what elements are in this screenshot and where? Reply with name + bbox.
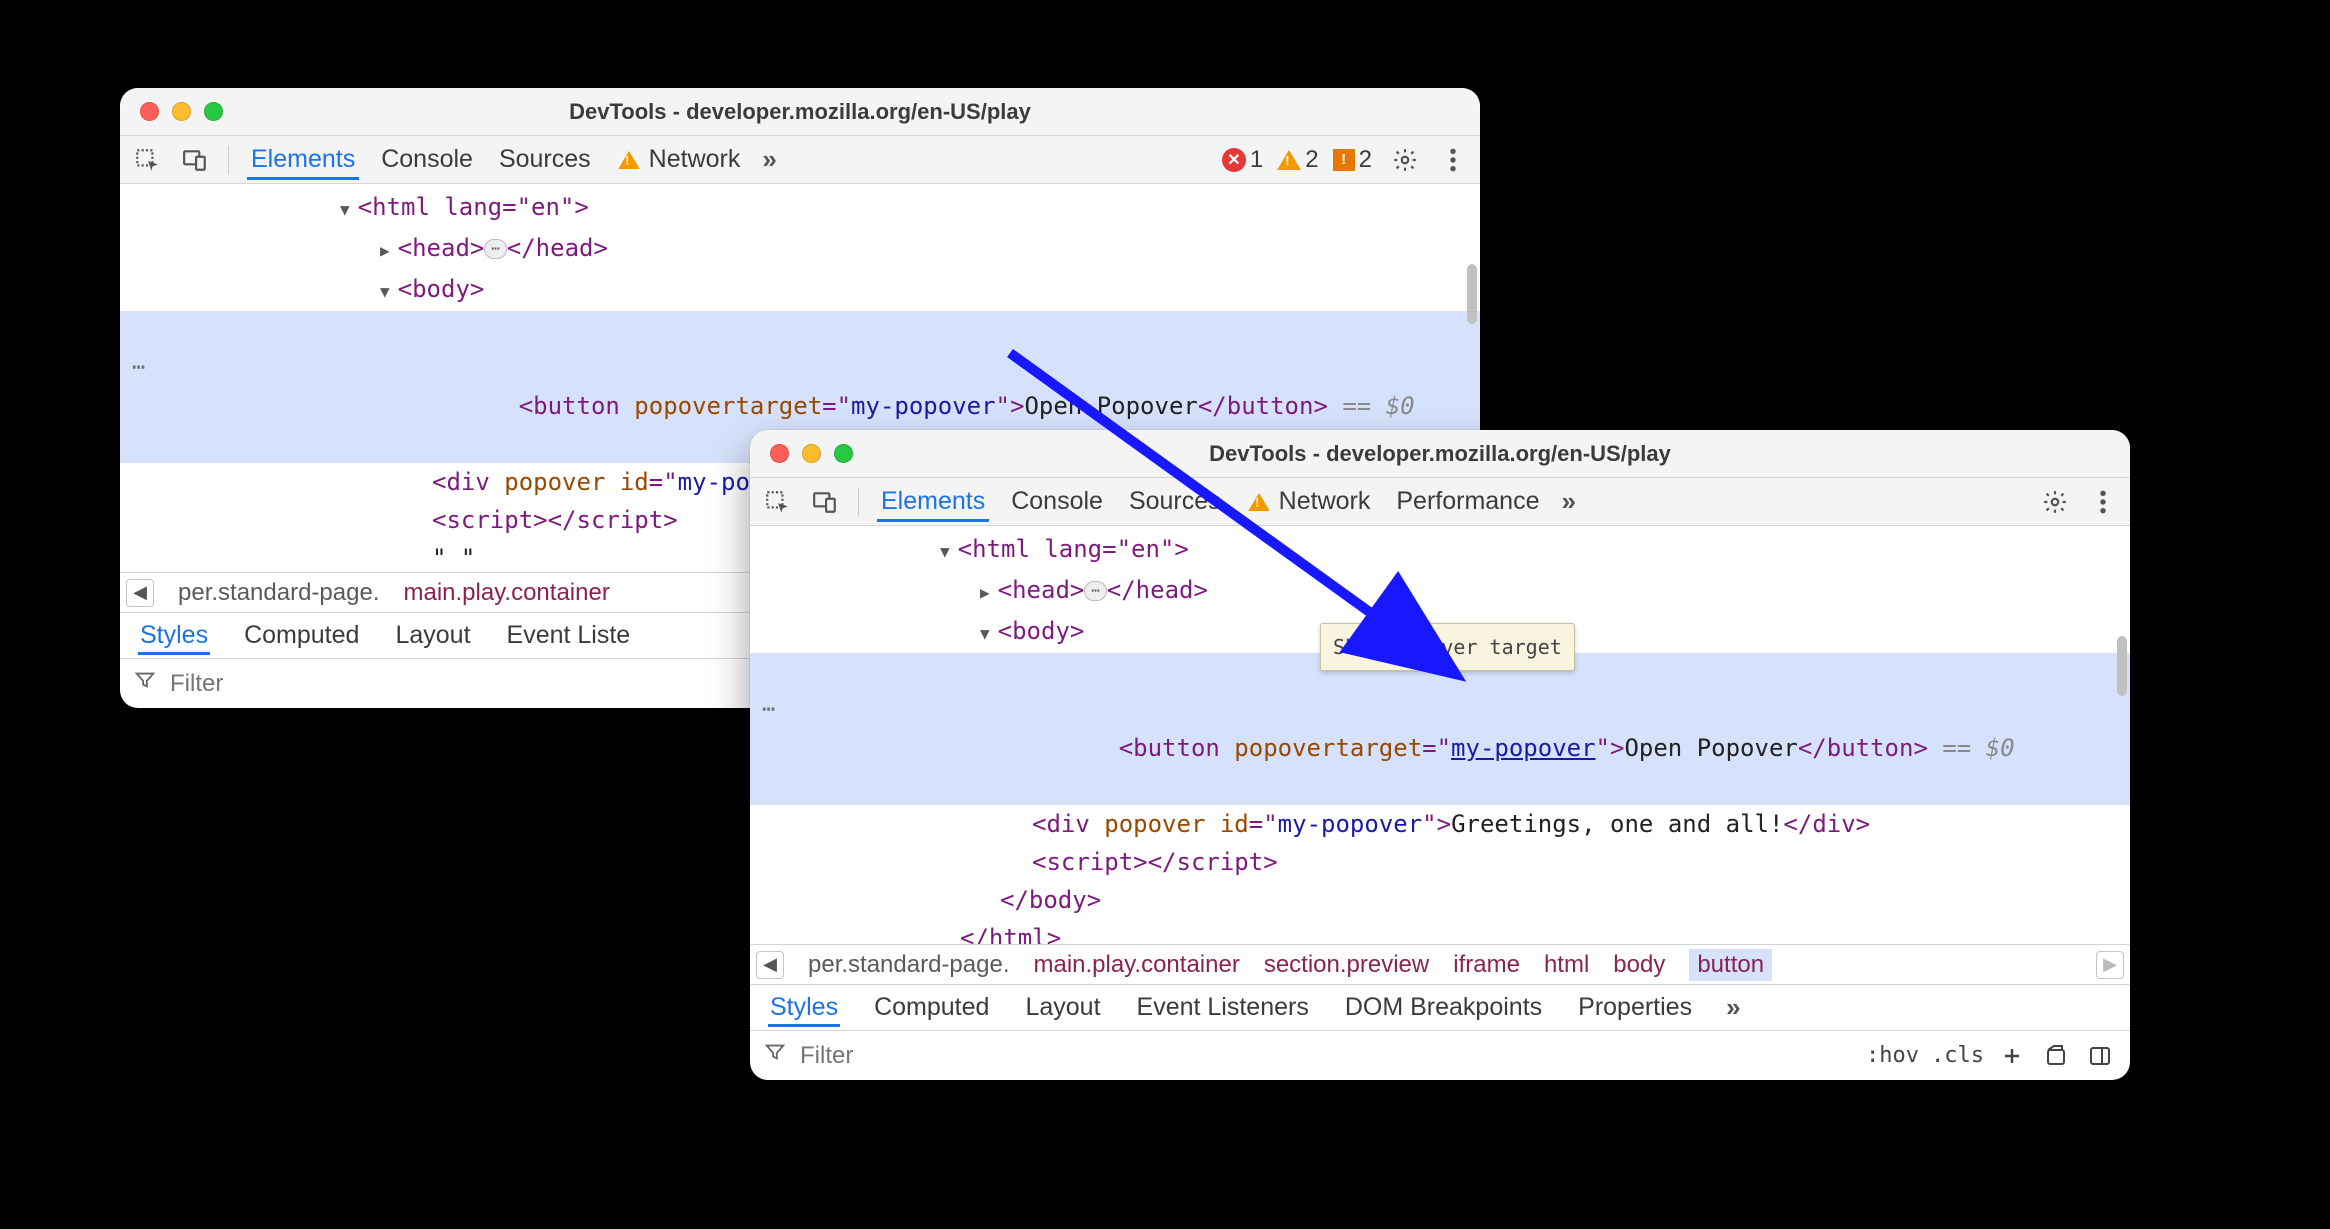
subtab-computed[interactable]: Computed [872,988,991,1027]
subtab-styles[interactable]: Styles [768,988,840,1027]
breadcrumb-item[interactable]: iframe [1453,951,1520,979]
subtab-computed[interactable]: Computed [242,616,361,655]
new-style-rule-icon[interactable] [1996,1040,2028,1072]
subtab-layout[interactable]: Layout [393,616,472,655]
breadcrumb[interactable]: ◀ per.standard-page. main.play.container… [750,944,2130,984]
subtab-event-listeners[interactable]: Event Listeners [1135,988,1311,1027]
filter-icon [134,669,156,698]
tab-sources[interactable]: Sources [1125,481,1225,522]
titlebar: DevTools - developer.mozilla.org/en-US/p… [750,430,2130,478]
subtab-properties[interactable]: Properties [1576,988,1694,1027]
warning-count: 2 [1305,146,1318,174]
device-toggle-icon[interactable] [810,487,840,517]
inspect-icon[interactable] [762,487,792,517]
maximize-icon[interactable] [204,102,223,121]
tooltip: Show popover target [1320,623,1575,671]
tab-console[interactable]: Console [377,139,477,180]
kebab-menu-icon[interactable] [1438,145,1468,175]
tab-performance[interactable]: Performance [1392,481,1543,522]
breadcrumb-item[interactable]: html [1544,951,1589,979]
filter-input[interactable] [798,1041,1854,1071]
inspect-icon[interactable] [132,145,162,175]
error-count: 1 [1250,146,1263,174]
ellipsis-icon[interactable]: ⋯ [484,239,506,259]
toggle-sidebar-icon[interactable] [2084,1040,2116,1072]
tab-network[interactable]: Network [613,139,745,180]
breadcrumb-item[interactable]: per.standard-page. [808,951,1009,979]
tab-console[interactable]: Console [1007,481,1107,522]
cls-toggle[interactable]: .cls [1931,1043,1984,1068]
subtab-event-listeners[interactable]: Event Liste [505,616,633,655]
ellipsis-icon[interactable]: ⋯ [762,691,775,729]
error-icon: ✕ [1222,148,1246,172]
dom-tree[interactable]: <html lang="en"> <head>⋯</head> <body> ⋯… [750,526,2130,944]
traffic-lights [120,102,223,121]
device-toggle-icon[interactable] [180,145,210,175]
breadcrumb-item[interactable]: body [1613,951,1665,979]
minimize-icon[interactable] [172,102,191,121]
traffic-lights [750,444,853,463]
more-tabs-button[interactable]: » [1561,486,1575,517]
chevron-left-icon[interactable]: ◀ [756,951,784,979]
titlebar: DevTools - developer.mozilla.org/en-US/p… [120,88,1480,136]
kebab-menu-icon[interactable] [2088,487,2118,517]
ellipsis-icon[interactable]: ⋯ [132,349,145,387]
gear-icon[interactable] [2040,487,2070,517]
issue-badges[interactable]: ✕1 2 !2 [1222,146,1372,174]
close-icon[interactable] [770,444,789,463]
subtab-dom-breakpoints[interactable]: DOM Breakpoints [1343,988,1544,1027]
breadcrumb-item[interactable]: main.play.container [403,579,609,607]
more-tabs-button[interactable]: » [1726,992,1740,1023]
main-tabstrip: Elements Console Sources Network » ✕1 2 … [120,136,1480,184]
issue-count: 2 [1359,146,1372,174]
breadcrumb-item[interactable]: per.standard-page. [178,579,379,607]
more-tabs-button[interactable]: » [762,144,776,175]
window-title: DevTools - developer.mozilla.org/en-US/p… [750,441,2130,467]
gear-icon[interactable] [1390,145,1420,175]
tab-elements[interactable]: Elements [877,481,989,522]
devtools-window-2: DevTools - developer.mozilla.org/en-US/p… [750,430,2130,1080]
issue-icon: ! [1333,149,1355,171]
minimize-icon[interactable] [802,444,821,463]
hov-toggle[interactable]: :hov [1866,1043,1919,1068]
warning-icon [1277,150,1301,170]
breadcrumb-item[interactable]: section.preview [1264,951,1429,979]
warning-icon [618,151,640,169]
chevron-right-icon[interactable]: ▶ [2096,951,2124,979]
warning-icon [1248,493,1270,511]
tab-sources[interactable]: Sources [495,139,595,180]
breadcrumb-item[interactable]: main.play.container [1033,951,1239,979]
window-title: DevTools - developer.mozilla.org/en-US/p… [120,99,1480,125]
styles-tabstrip: Styles Computed Layout Event Listeners D… [750,984,2130,1030]
chevron-left-icon[interactable]: ◀ [126,579,154,607]
maximize-icon[interactable] [834,444,853,463]
subtab-layout[interactable]: Layout [1023,988,1102,1027]
scrollbar[interactable] [1467,264,1477,324]
scrollbar[interactable] [2117,636,2127,696]
computed-styles-icon[interactable] [2040,1040,2072,1072]
filter-row: :hov .cls [750,1030,2130,1080]
selected-node[interactable]: ⋯ <button popovertarget="my-popover">Ope… [750,653,2130,805]
filter-icon [764,1041,786,1070]
popover-target-link[interactable]: my-popover [1451,734,1596,762]
close-icon[interactable] [140,102,159,121]
breadcrumb-item-current[interactable]: button [1689,949,1772,981]
ellipsis-icon[interactable]: ⋯ [1084,581,1106,601]
subtab-styles[interactable]: Styles [138,616,210,655]
tab-network[interactable]: Network [1243,481,1375,522]
main-tabstrip: Elements Console Sources Network Perform… [750,478,2130,526]
tab-elements[interactable]: Elements [247,139,359,180]
